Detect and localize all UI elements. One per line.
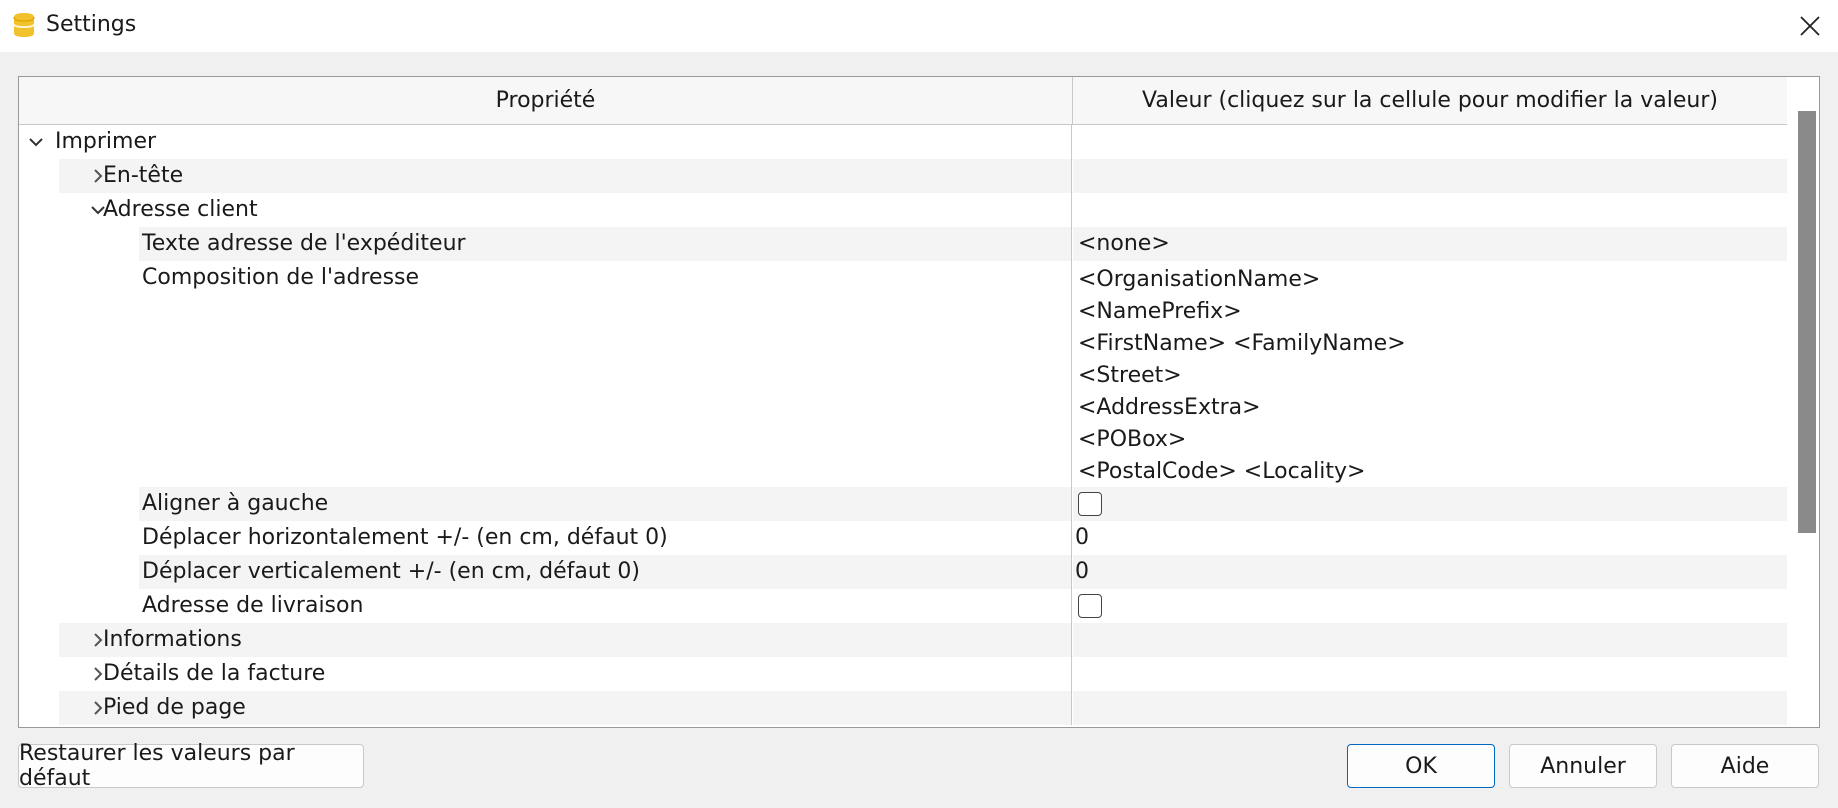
value-cell: [1073, 691, 1787, 725]
row-label: Détails de la facture: [103, 661, 326, 686]
ok-button[interactable]: OK: [1347, 744, 1495, 788]
composition-line: <POBox>: [1078, 427, 1187, 452]
row-label: Adresse client: [103, 197, 258, 222]
align-left-checkbox[interactable]: [1078, 492, 1102, 516]
row-label: Composition de l'adresse: [142, 265, 420, 290]
address-composition-value: <OrganisationName> <NamePrefix> <FirstNa…: [1078, 264, 1406, 488]
property-cell: Imprimer: [19, 125, 1072, 159]
row-label: Déplacer verticalement +/- (en cm, défau…: [142, 559, 641, 584]
composition-line: <PostalCode> <Locality>: [1078, 459, 1366, 484]
property-cell: Composition de l'adresse: [19, 261, 1072, 487]
value-cell: [1073, 125, 1787, 159]
composition-line: <OrganisationName>: [1078, 267, 1321, 292]
help-button[interactable]: Aide: [1671, 744, 1819, 788]
row-pied-de-page[interactable]: Pied de page: [19, 691, 1787, 725]
composition-line: <FirstName> <FamilyName>: [1078, 331, 1406, 356]
value-cell[interactable]: 0: [1073, 521, 1787, 555]
row-label: Pied de page: [103, 695, 246, 720]
row-adresse-de-livraison[interactable]: Adresse de livraison: [19, 589, 1787, 623]
property-cell: Adresse de livraison: [19, 589, 1072, 623]
value-cell[interactable]: [1073, 159, 1787, 193]
row-aligner-a-gauche[interactable]: Aligner à gauche: [19, 487, 1787, 521]
property-cell: Texte adresse de l'expéditeur: [19, 227, 1072, 261]
cancel-button[interactable]: Annuler: [1509, 744, 1657, 788]
row-label: Déplacer horizontalement +/- (en cm, déf…: [142, 525, 668, 550]
composition-line: <AddressExtra>: [1078, 395, 1261, 420]
scrollbar-thumb[interactable]: [1798, 111, 1816, 533]
property-cell: Informations: [19, 623, 1072, 657]
close-button[interactable]: [1782, 0, 1838, 52]
restore-defaults-button[interactable]: Restaurer les valeurs par défaut: [18, 741, 364, 791]
property-cell: Aligner à gauche: [19, 487, 1072, 521]
settings-dialog: Settings Propriété Valeur (cliquez sur l…: [0, 0, 1838, 808]
value-cell: [1073, 193, 1787, 227]
row-informations[interactable]: Informations: [19, 623, 1787, 657]
numeric-value: 0: [1075, 559, 1089, 584]
row-label: Aligner à gauche: [142, 491, 329, 516]
row-texte-adresse-expediteur[interactable]: Texte adresse de l'expéditeur <none>: [19, 227, 1787, 261]
value-cell[interactable]: 0: [1073, 555, 1787, 589]
value-cell: [1073, 487, 1787, 521]
title-bar: Settings: [0, 0, 1838, 52]
property-cell: Déplacer verticalement +/- (en cm, défau…: [19, 555, 1072, 589]
property-cell: Détails de la facture: [19, 657, 1072, 691]
row-deplacer-horizontalement[interactable]: Déplacer horizontalement +/- (en cm, déf…: [19, 521, 1787, 555]
numeric-value: 0: [1075, 525, 1089, 550]
property-cell: En-tête: [19, 159, 1072, 193]
row-adresse-client[interactable]: Adresse client: [19, 193, 1787, 227]
database-icon: [13, 13, 35, 37]
row-shade: [59, 159, 1071, 193]
value-cell[interactable]: <none>: [1073, 227, 1787, 261]
property-cell: Pied de page: [19, 691, 1072, 725]
column-header-property[interactable]: Propriété: [19, 77, 1073, 124]
property-cell: Adresse client: [19, 193, 1072, 227]
row-label: Imprimer: [55, 129, 157, 154]
row-label: Adresse de livraison: [142, 593, 364, 618]
row-deplacer-verticalement[interactable]: Déplacer verticalement +/- (en cm, défau…: [19, 555, 1787, 589]
property-cell: Déplacer horizontalement +/- (en cm, déf…: [19, 521, 1072, 555]
window-title: Settings: [46, 12, 137, 37]
close-icon: [1800, 16, 1820, 36]
composition-line: <Street>: [1078, 363, 1182, 388]
text-value: <none>: [1078, 231, 1170, 256]
chevron-down-icon[interactable]: [27, 133, 45, 151]
row-composition-adresse[interactable]: Composition de l'adresse <OrganisationNa…: [19, 261, 1787, 487]
row-imprimer[interactable]: Imprimer: [19, 125, 1787, 159]
row-details-facture[interactable]: Détails de la facture: [19, 657, 1787, 691]
row-label: Informations: [103, 627, 242, 652]
value-cell: [1073, 657, 1787, 691]
row-en-tete[interactable]: En-tête: [19, 159, 1787, 193]
row-label: En-tête: [103, 163, 184, 188]
composition-line: <NamePrefix>: [1078, 299, 1242, 324]
value-cell[interactable]: <OrganisationName> <NamePrefix> <FirstNa…: [1073, 261, 1787, 487]
grid-rows: Imprimer En-tête Adresse client Texte ad…: [19, 125, 1787, 725]
vertical-scrollbar[interactable]: [1787, 77, 1819, 727]
column-header-value[interactable]: Valeur (cliquez sur la cellule pour modi…: [1073, 77, 1787, 124]
value-cell: [1073, 623, 1787, 657]
row-label: Texte adresse de l'expéditeur: [142, 231, 466, 256]
settings-property-grid: Propriété Valeur (cliquez sur la cellule…: [18, 76, 1820, 728]
grid-header: Propriété Valeur (cliquez sur la cellule…: [19, 77, 1787, 125]
value-cell: [1073, 589, 1787, 623]
delivery-address-checkbox[interactable]: [1078, 594, 1102, 618]
